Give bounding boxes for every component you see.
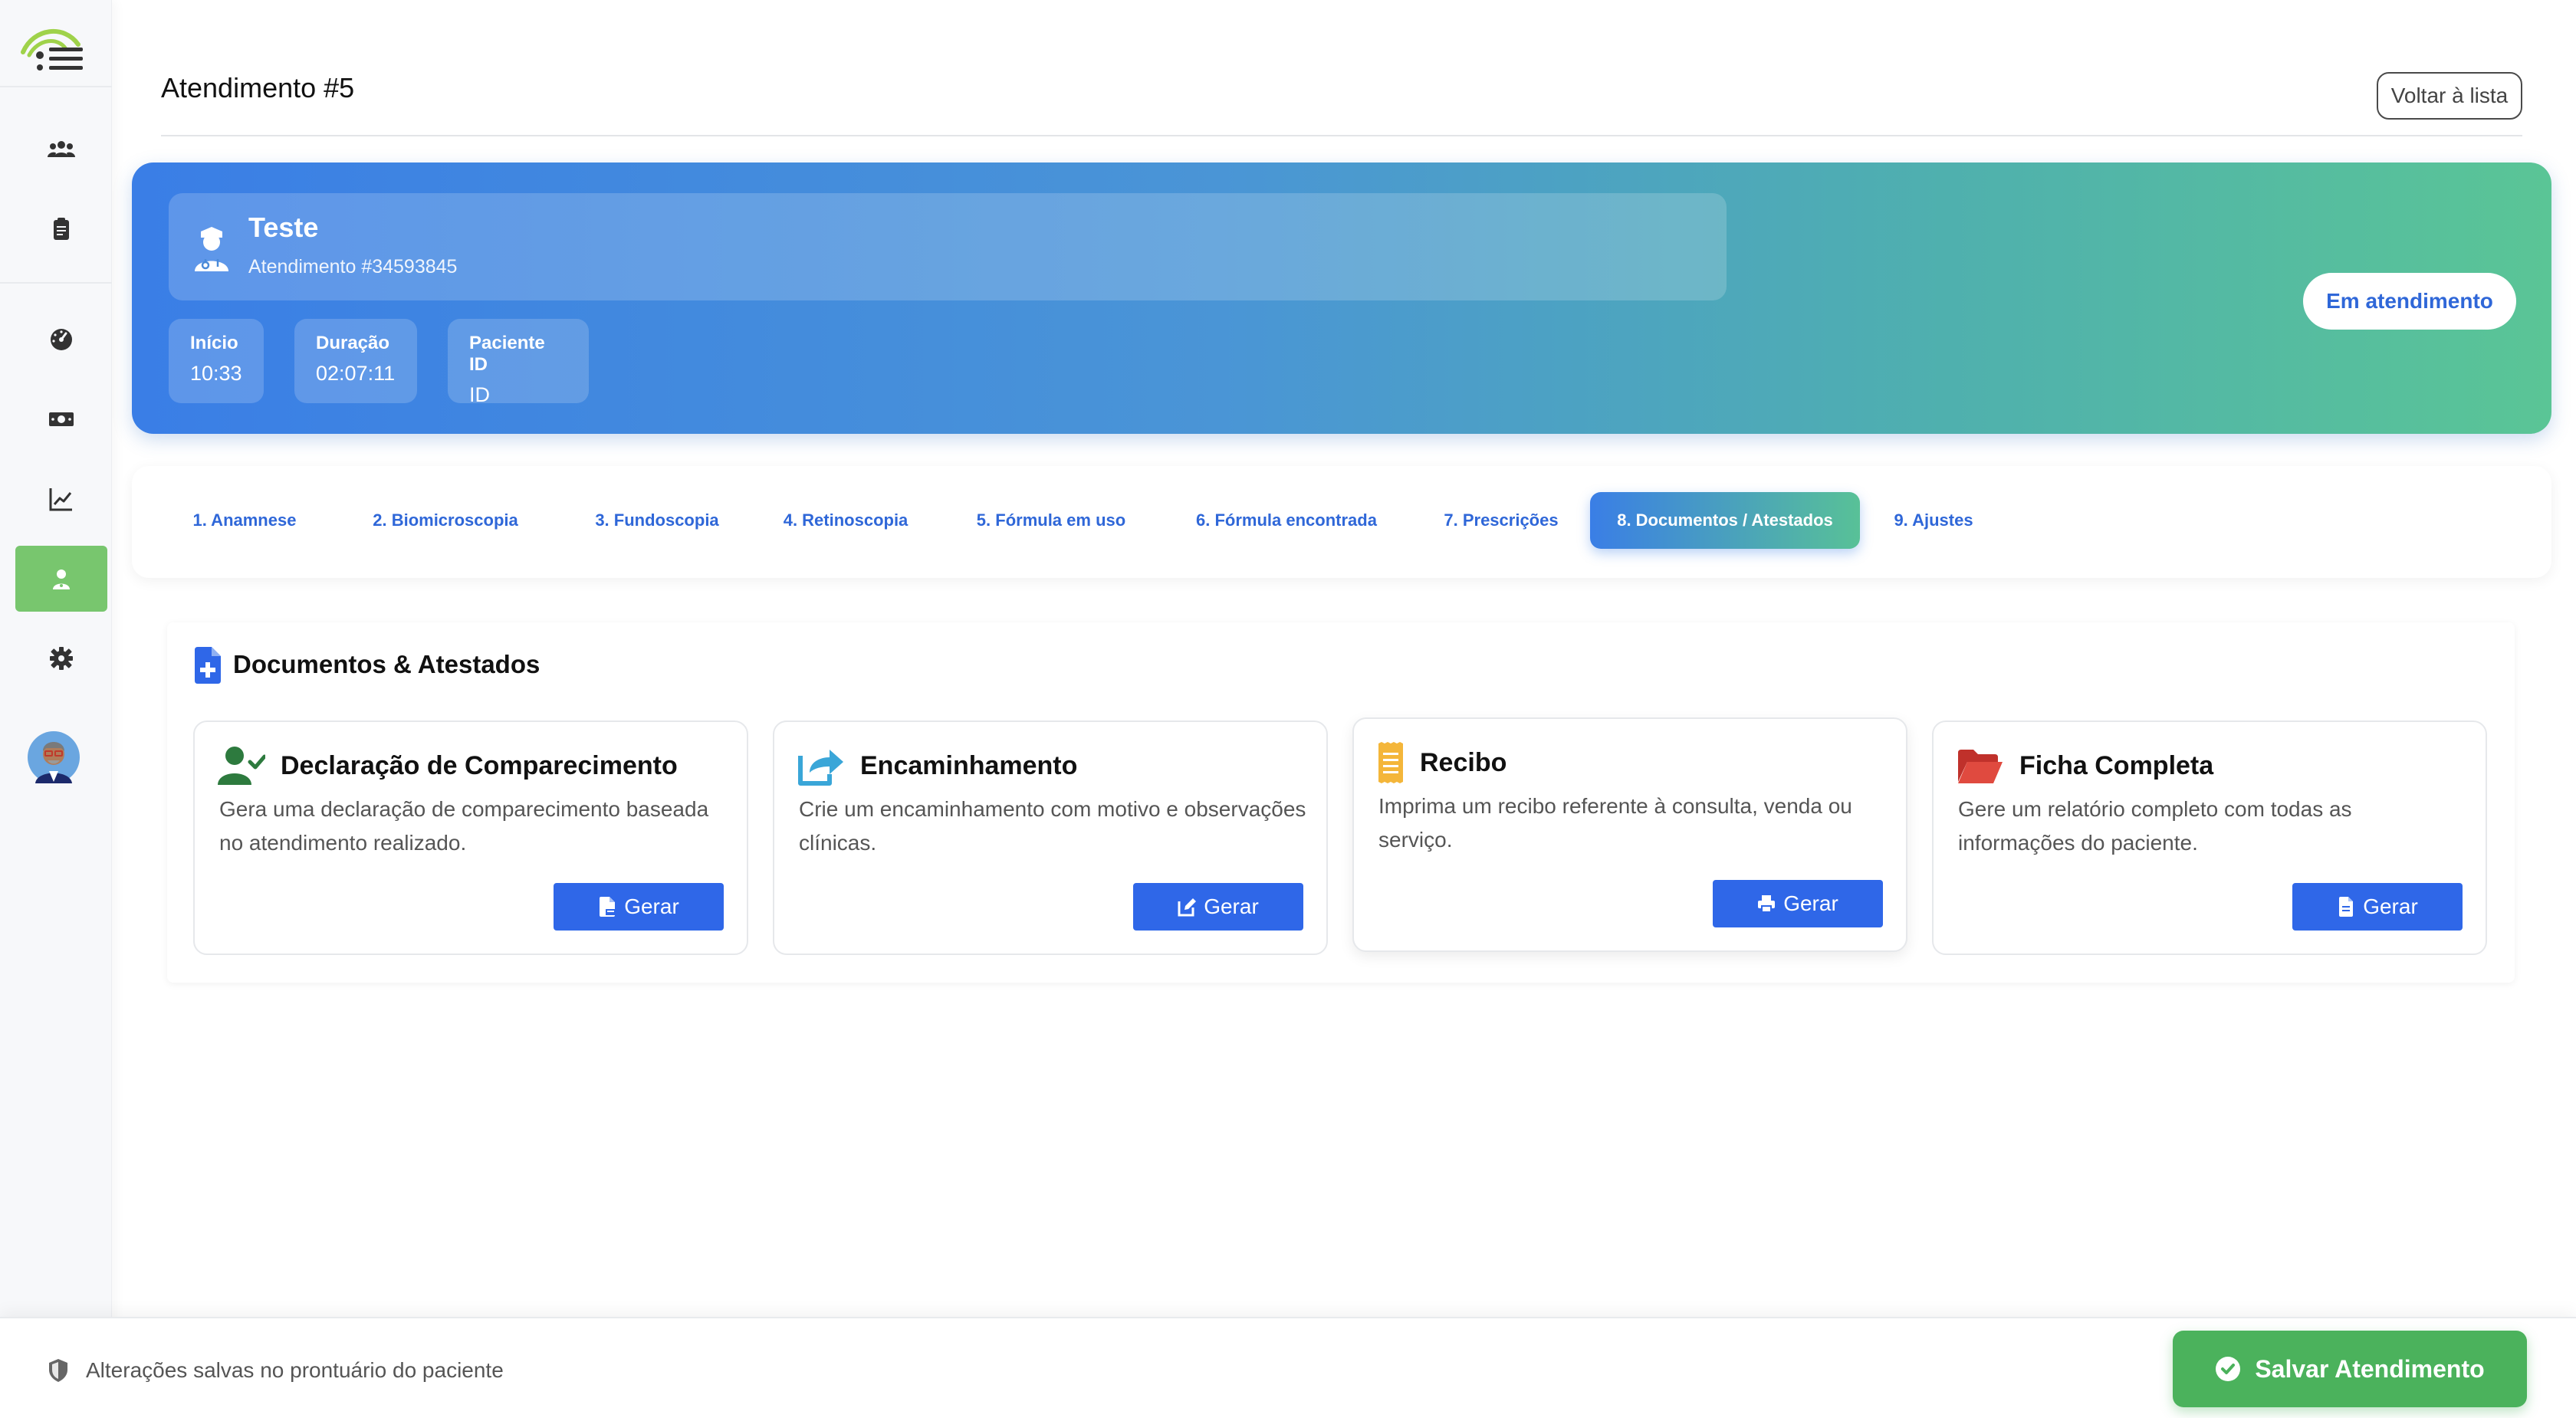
tab-prescricoes[interactable]: 7. Prescrições — [1424, 492, 1578, 549]
sidebar-divider — [0, 282, 112, 284]
users-icon — [48, 141, 75, 157]
generate-recibo-button[interactable]: Gerar — [1713, 880, 1883, 927]
check-circle-icon — [2216, 1357, 2241, 1381]
user-nurse-icon — [195, 227, 228, 271]
stat-value: 02:07:11 — [316, 362, 396, 385]
generate-ficha-button[interactable]: Gerar — [2292, 883, 2463, 931]
share-square-icon — [798, 750, 843, 786]
generate-declaracao-button[interactable]: Gerar — [554, 883, 724, 931]
tab-formula-em-uso[interactable]: 5. Fórmula em uso — [963, 492, 1139, 549]
file-pdf-icon — [600, 897, 617, 917]
documents-title: Documentos & Atestados — [233, 650, 540, 678]
card-description: Gera uma declaração de comparecimento ba… — [219, 797, 709, 855]
stat-label: Paciente ID — [469, 333, 545, 375]
patient-banner: Teste Atendimento #34593845 Início 10:33… — [132, 162, 2551, 434]
file-icon — [2339, 897, 2354, 917]
back-to-list-button[interactable]: Voltar à lista — [2377, 72, 2522, 120]
attendance-code: Atendimento #34593845 — [248, 256, 458, 277]
attendance-tabs: 1. Anamnese 2. Biomicroscopia 3. Fundosc… — [132, 466, 2551, 578]
card-title: Recibo — [1420, 748, 1507, 777]
stat-duration: Duração 02:07:11 — [294, 319, 417, 403]
sidebar-divider — [0, 86, 112, 87]
card-title: Ficha Completa — [2019, 751, 2214, 780]
chart-line-icon — [49, 488, 72, 511]
stat-value: ID — [469, 383, 490, 406]
header-divider — [161, 135, 2522, 136]
stat-value: 10:33 — [190, 362, 242, 385]
footer-bar: Alterações salvas no prontuário do pacie… — [0, 1317, 2576, 1418]
card-recibo: Recibo Imprima um recibo referente à con… — [1352, 717, 1907, 952]
gauge-icon — [51, 329, 72, 350]
user-check-icon — [218, 747, 265, 785]
sidebar — [0, 0, 112, 1418]
tab-fundoscopia[interactable]: 3. Fundoscopia — [584, 492, 730, 549]
sidebar-item-clipboard[interactable] — [15, 196, 107, 262]
button-label: Salvar Atendimento — [2255, 1354, 2485, 1383]
gear-icon — [50, 647, 73, 670]
button-label: Gerar — [1783, 891, 1838, 915]
save-status-note: Alterações salvas no prontuário do pacie… — [86, 1358, 504, 1382]
card-description: Crie um encaminhamento com motivo e obse… — [799, 797, 1306, 855]
generate-encaminhamento-button[interactable]: Gerar — [1133, 883, 1303, 931]
patient-name: Teste — [248, 212, 319, 243]
money-bill-icon — [49, 412, 74, 426]
card-ficha-completa: Ficha Completa Gere um relatório complet… — [1932, 720, 2487, 955]
stat-label: Duração — [316, 333, 390, 353]
card-title: Declaração de Comparecimento — [281, 751, 678, 780]
tab-anamnese[interactable]: 1. Anamnese — [187, 492, 302, 549]
user-avatar[interactable] — [26, 727, 81, 788]
print-icon — [1758, 895, 1776, 913]
tab-ajustes[interactable]: 9. Ajustes — [1880, 492, 1987, 549]
card-description: Imprima um recibo referente à consulta, … — [1378, 794, 1852, 852]
tab-biomicroscopia[interactable]: 2. Biomicroscopia — [365, 492, 526, 549]
tab-documentos-atestados[interactable]: 8. Documentos / Atestados — [1590, 492, 1860, 549]
status-badge[interactable]: Em atendimento — [2303, 273, 2516, 330]
tab-formula-encontrada[interactable]: 6. Fórmula encontrada — [1179, 492, 1394, 549]
button-label: Gerar — [624, 894, 679, 918]
card-declaracao: Declaração de Comparecimento Gera uma de… — [193, 720, 748, 955]
sidebar-item-dashboard[interactable] — [15, 307, 107, 373]
sidebar-item-patients[interactable] — [15, 117, 107, 182]
shield-icon — [49, 1359, 67, 1382]
folder-open-icon — [1958, 750, 2003, 783]
stat-label: Início — [190, 333, 238, 353]
user-doctor-icon — [53, 569, 70, 589]
app-logo-icon[interactable] — [18, 21, 89, 80]
edit-icon — [1178, 898, 1197, 917]
page-title: Atendimento #5 — [161, 72, 355, 103]
clipboard-icon — [54, 218, 69, 240]
card-description: Gere um relatório completo com todas as … — [1958, 797, 2352, 855]
card-encaminhamento: Encaminhamento Crie um encaminhamento co… — [773, 720, 1328, 955]
button-label: Gerar — [1204, 894, 1259, 918]
tab-retinoscopia[interactable]: 4. Retinoscopia — [773, 492, 918, 549]
stat-patient-id: Paciente ID ID — [448, 319, 589, 406]
sidebar-item-finance[interactable] — [15, 386, 107, 452]
button-label: Gerar — [2363, 894, 2418, 918]
sidebar-item-settings[interactable] — [15, 625, 107, 691]
sidebar-item-reports[interactable] — [15, 466, 107, 532]
save-attendance-button[interactable]: Salvar Atendimento — [2173, 1331, 2527, 1407]
receipt-icon — [1378, 742, 1403, 783]
stat-start: Início 10:33 — [169, 319, 264, 403]
documents-section: Documentos & Atestados Declaração de Com… — [167, 622, 2515, 983]
card-title: Encaminhamento — [860, 751, 1078, 780]
file-medical-icon — [195, 647, 221, 684]
sidebar-item-attendance[interactable] — [15, 546, 107, 612]
patient-info-panel: Teste Atendimento #34593845 — [169, 193, 1727, 300]
